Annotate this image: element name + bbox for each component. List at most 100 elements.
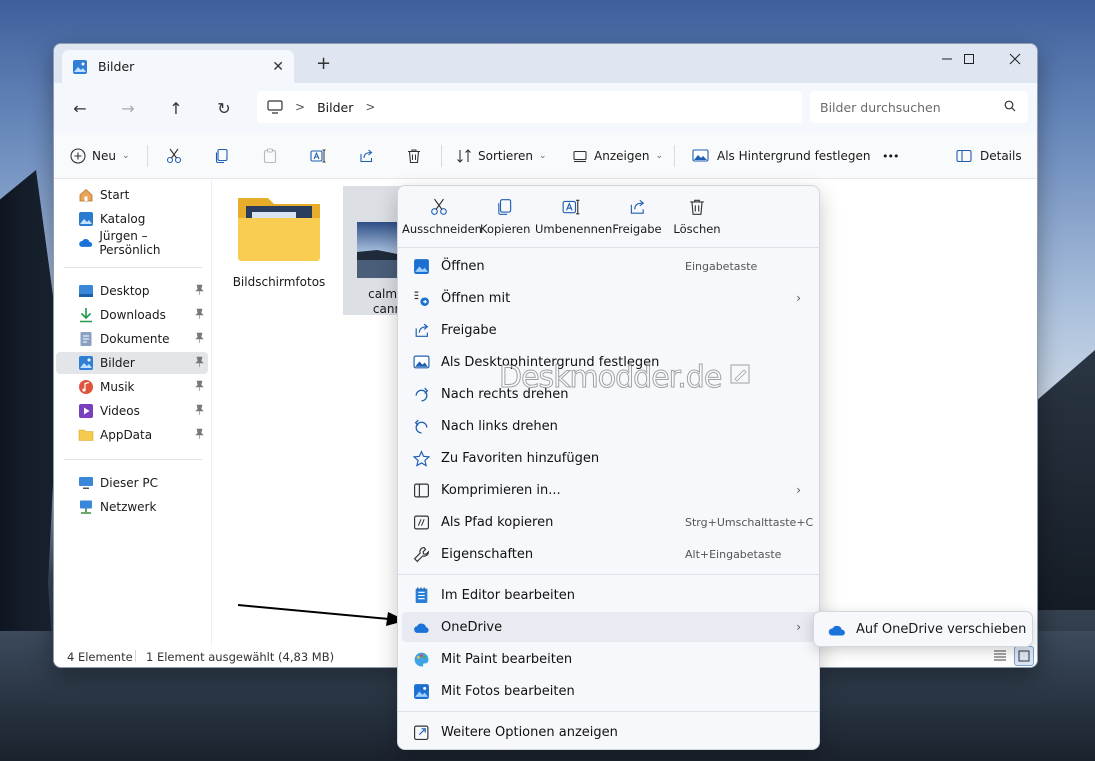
more-options-button[interactable]: ••• — [882, 133, 899, 179]
sidebar-item-label: Downloads — [100, 308, 166, 322]
copy-icon — [215, 148, 228, 164]
address-bar[interactable]: > Bilder > — [257, 91, 802, 123]
close-button[interactable] — [992, 44, 1037, 74]
menu-item-more-options[interactable]: Weitere Optionen anzeigen — [402, 717, 817, 747]
view-label: Anzeigen — [594, 149, 650, 163]
new-button[interactable]: Neu ⌄ — [70, 133, 130, 179]
delete-button[interactable] — [406, 133, 422, 179]
up-button[interactable]: ↑ — [164, 96, 188, 120]
menu-item-label: Freigabe — [441, 322, 497, 338]
sidebar-item-bilder[interactable]: Bilder — [56, 352, 208, 374]
trash-icon — [408, 149, 420, 164]
sidebar-item-network[interactable]: Netzwerk — [56, 496, 208, 518]
pin-icon[interactable] — [195, 308, 204, 322]
chevron-right-icon: › — [796, 291, 801, 305]
folder-item[interactable]: Bildschirmfotos — [227, 188, 331, 304]
sidebar-item-appdata[interactable]: AppData — [56, 424, 208, 446]
menu-item-copy-path[interactable]: Als Pfad kopieren Strg+Umschalttaste+C — [402, 507, 817, 537]
cut-button[interactable] — [166, 133, 182, 179]
set-background-label: Als Hintergrund festlegen — [717, 149, 871, 163]
sidebar-item-label: AppData — [100, 428, 153, 442]
item-count: 4 Elemente — [67, 650, 133, 664]
maximize-button[interactable] — [946, 44, 992, 74]
paste-button[interactable] — [262, 133, 278, 179]
watermark-text: Deskmodder.de — [498, 360, 722, 396]
pin-icon[interactable] — [195, 380, 204, 394]
back-button[interactable]: ← — [68, 96, 92, 120]
menu-item-open[interactable]: Öffnen Eingabetaste — [402, 251, 817, 281]
pin-icon[interactable] — [195, 332, 204, 346]
menu-item-edit-notepad[interactable]: Im Editor bearbeiten — [402, 580, 817, 610]
sidebar-item-start[interactable]: Start — [56, 184, 208, 206]
onedrive-cloud-icon — [828, 625, 845, 636]
sidebar-item-musik[interactable]: Musik — [56, 376, 208, 398]
onedrive-submenu: Auf OneDrive verschieben — [813, 611, 1033, 647]
cut-action[interactable]: Ausschneiden — [402, 198, 482, 236]
sidebar-item-downloads[interactable]: Downloads — [56, 304, 208, 326]
list-view-icon — [994, 650, 1006, 661]
forward-button[interactable]: → — [116, 96, 140, 120]
view-button[interactable]: Anzeigen ⌄ — [572, 133, 663, 179]
menu-item-add-favorites[interactable]: Zu Favoriten hinzufügen — [402, 443, 817, 473]
refresh-button[interactable]: ↻ — [212, 96, 236, 120]
breadcrumb-bilder[interactable]: Bilder — [317, 100, 353, 115]
breadcrumb-separator[interactable]: > — [365, 100, 375, 114]
set-background-button[interactable]: Als Hintergrund festlegen — [692, 133, 870, 179]
sidebar-item-label: Desktop — [100, 284, 150, 298]
sort-button[interactable]: Sortieren ⌄ — [456, 133, 547, 179]
menu-item-label: Mit Paint bearbeiten — [441, 651, 573, 667]
menu-item-edit-paint[interactable]: Mit Paint bearbeiten — [402, 644, 817, 674]
sort-label: Sortieren — [478, 149, 533, 163]
sidebar-item-this-pc[interactable]: Dieser PC — [56, 472, 208, 494]
menu-item-open-with[interactable]: Öffnen mit › — [402, 283, 817, 313]
sidebar-item-label: Videos — [100, 404, 140, 418]
menu-item-share[interactable]: Freigabe — [402, 315, 817, 345]
rename-action[interactable]: Umbenennen — [535, 198, 612, 236]
rename-button[interactable] — [310, 133, 326, 179]
folder-icon — [78, 429, 94, 441]
sidebar-item-dokumente[interactable]: Dokumente — [56, 328, 208, 350]
breadcrumb-separator[interactable]: > — [295, 100, 305, 114]
delete-action[interactable]: Löschen — [672, 198, 722, 236]
details-view-button[interactable] — [992, 647, 1010, 665]
sidebar-item-onedrive[interactable]: Jürgen – Persönlich — [56, 229, 208, 257]
pictures-folder-icon — [73, 59, 87, 74]
details-button[interactable]: Details — [956, 133, 1022, 179]
download-arrow-icon — [80, 308, 92, 323]
tab-close-icon[interactable]: ✕ — [272, 59, 284, 75]
chevron-down-icon: ⌄ — [655, 151, 663, 161]
music-icon — [79, 380, 93, 394]
copy-button[interactable] — [214, 133, 230, 179]
new-tab-button[interactable]: + — [316, 55, 331, 73]
sidebar-item-desktop[interactable]: Desktop — [56, 280, 208, 302]
pin-icon[interactable] — [195, 356, 204, 370]
pin-icon[interactable] — [195, 428, 204, 442]
share-icon — [360, 149, 373, 163]
menu-item-properties[interactable]: Eigenschaften Alt+Eingabetaste — [402, 539, 817, 569]
pin-icon[interactable] — [195, 404, 204, 418]
tab-bilder[interactable]: Bilder ✕ — [62, 50, 294, 83]
wrench-icon — [413, 547, 429, 563]
copy-action[interactable]: Kopieren — [480, 198, 530, 236]
sidebar-divider — [64, 459, 202, 460]
star-icon — [413, 450, 430, 467]
chevron-right-icon: › — [796, 620, 801, 634]
menu-item-compress[interactable]: Komprimieren in... › — [402, 475, 817, 505]
notepad-icon — [415, 587, 428, 603]
share-action[interactable]: Freigabe — [612, 198, 662, 236]
sidebar-item-videos[interactable]: Videos — [56, 400, 208, 422]
tiles-view-button[interactable] — [1014, 646, 1034, 666]
menu-item-label: Nach links drehen — [441, 418, 558, 434]
menu-item-rotate-left[interactable]: Nach links drehen — [402, 411, 817, 441]
close-icon — [1009, 53, 1021, 65]
share-button[interactable] — [358, 133, 374, 179]
menu-item-edit-photos[interactable]: Mit Fotos bearbeiten — [402, 676, 817, 706]
annotation-arrow — [238, 604, 406, 626]
add-circle-icon — [70, 148, 86, 164]
sidebar-item-katalog[interactable]: Katalog — [56, 208, 208, 230]
menu-item-onedrive[interactable]: OneDrive › — [402, 612, 817, 642]
move-to-onedrive-item[interactable]: Auf OneDrive verschieben — [856, 622, 1026, 637]
quick-action-label: Umbenennen — [535, 222, 613, 236]
search-input[interactable]: Bilder durchsuchen — [810, 91, 1028, 123]
pin-icon[interactable] — [195, 284, 204, 298]
